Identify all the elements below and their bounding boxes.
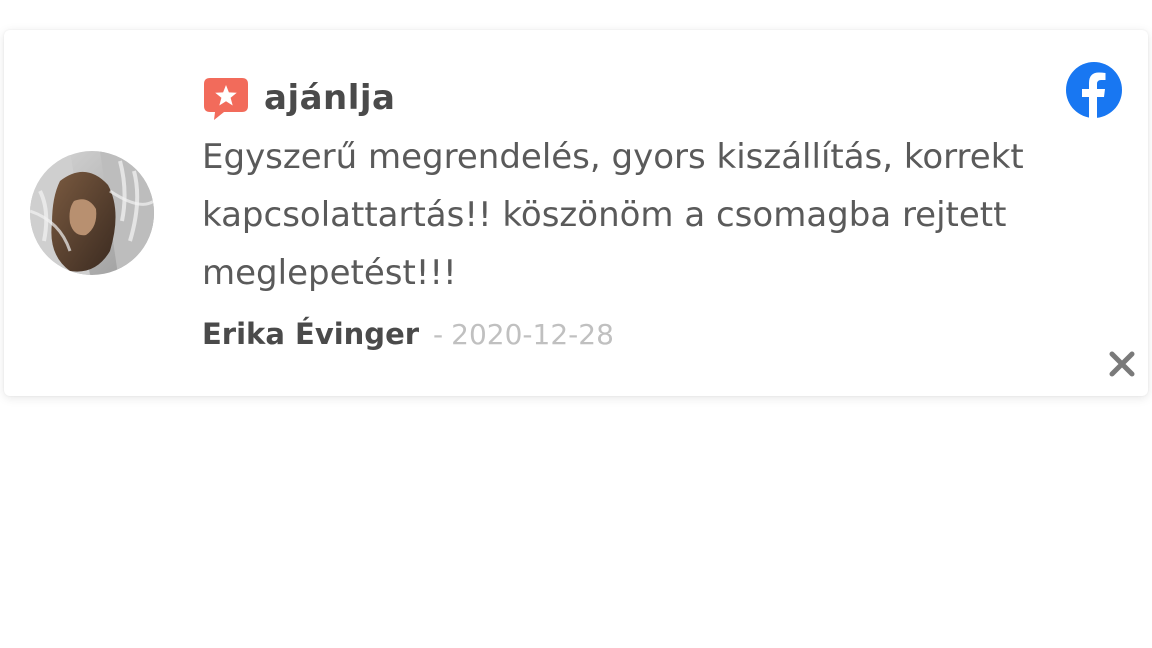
- page-background: ajánlja Egyszerű megrendelés, gyors kisz…: [0, 0, 1152, 648]
- close-icon[interactable]: [1106, 348, 1138, 380]
- recommend-star-bubble-icon: [202, 74, 250, 122]
- avatar-photo: [30, 151, 154, 275]
- review-card: ajánlja Egyszerű megrendelés, gyors kisz…: [4, 30, 1148, 396]
- avatar: [30, 151, 154, 275]
- facebook-icon[interactable]: [1066, 62, 1122, 118]
- meta-separator: -: [433, 318, 444, 351]
- review-text: Egyszerű megrendelés, gyors kiszállítás,…: [202, 137, 1024, 293]
- recommendation-row: ajánlja: [202, 74, 396, 122]
- author-name: Erika Évinger: [202, 317, 420, 351]
- review-meta: Erika Évinger - 2020-12-28: [202, 317, 614, 351]
- review-date: 2020-12-28: [451, 318, 614, 351]
- recommendation-label: ajánlja: [264, 78, 396, 118]
